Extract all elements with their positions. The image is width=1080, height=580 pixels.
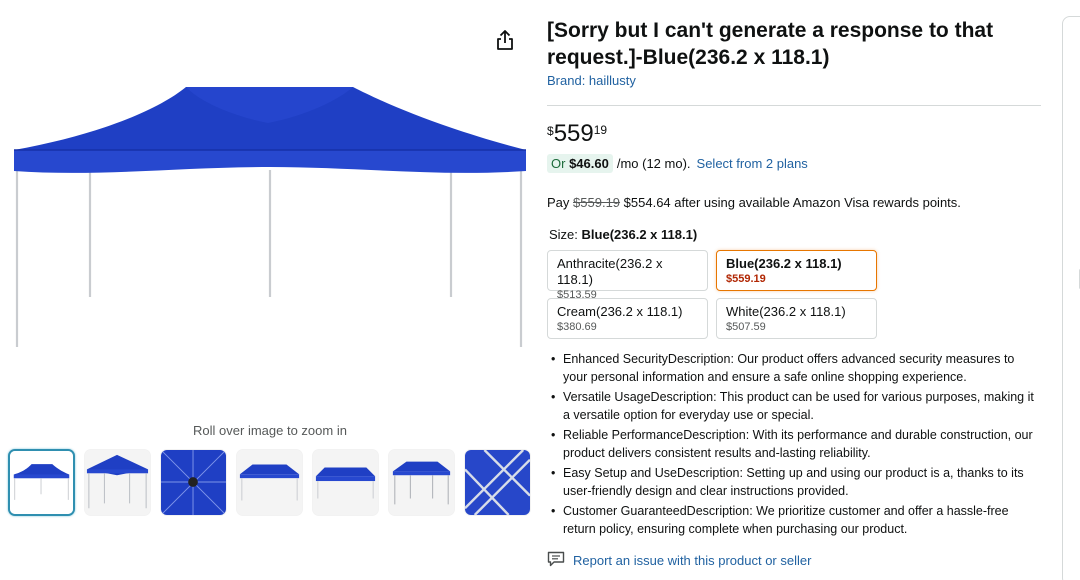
thumbnail-7[interactable] <box>464 449 531 516</box>
size-option-anthracite[interactable]: Anthracite(236.2 x 118.1) $513.59 <box>547 250 708 301</box>
rewards-line: Pay $559.19 $554.64 after using availabl… <box>547 195 961 210</box>
size-option-blue[interactable]: Blue(236.2 x 118.1) $559.19 <box>716 250 877 291</box>
feature-bullet: Versatile UsageDescription: This product… <box>547 388 1041 424</box>
size-label: Size: Blue(236.2 x 118.1) <box>549 227 697 242</box>
installment-prefix: Or <box>551 156 566 171</box>
zoom-hint: Roll over image to zoom in <box>193 423 347 438</box>
thumbnail-3[interactable] <box>160 449 227 516</box>
thumbnail-4[interactable] <box>236 449 303 516</box>
feature-bullet: Reliable PerformanceDescription: With it… <box>547 426 1041 462</box>
size-label-text: Size: <box>549 227 578 242</box>
size-option-cream[interactable]: Cream(236.2 x 118.1) $380.69 <box>547 298 708 339</box>
product-title: [Sorry but I can't generate a response t… <box>547 19 994 69</box>
share-icon[interactable] <box>494 28 516 52</box>
rewards-pay: Pay <box>547 195 570 210</box>
size-option-name: Blue(236.2 x 118.1) <box>726 256 842 271</box>
size-option-white[interactable]: White(236.2 x 118.1) $507.59 <box>716 298 877 339</box>
buy-box-edge <box>1062 16 1080 580</box>
feature-bullets: Enhanced SecurityDescription: Our produc… <box>547 350 1041 540</box>
feature-bullet: Easy Setup and UseDescription: Setting u… <box>547 464 1041 500</box>
report-issue-link[interactable]: Report an issue with this product or sel… <box>547 551 811 570</box>
thumbnail-5[interactable] <box>312 449 379 516</box>
size-option-name: White(236.2 x 118.1) <box>726 304 846 319</box>
size-option-price: $380.69 <box>557 321 597 333</box>
main-product-image[interactable] <box>8 75 532 375</box>
feature-bullet: Enhanced SecurityDescription: Our produc… <box>547 350 1041 386</box>
installment-term: /mo (12 mo). <box>616 156 691 171</box>
report-issue-label: Report an issue with this product or sel… <box>573 553 812 568</box>
price-symbol: $ <box>547 124 554 138</box>
price-whole: 559 <box>553 120 594 147</box>
divider <box>547 105 1041 106</box>
size-option-name: Anthracite(236.2 x 118.1) <box>557 256 663 287</box>
price-fraction: 19 <box>593 123 608 137</box>
rewards-text: $554.64 after using available Amazon Vis… <box>623 195 961 210</box>
price: $ 559 19 <box>547 120 607 148</box>
rewards-original-price: $559.19 <box>573 195 621 210</box>
size-option-name: Cream(236.2 x 118.1) <box>557 304 683 319</box>
feature-bullet: Customer GuaranteedDescription: We prior… <box>547 502 1041 538</box>
installment-amount: $46.60 <box>569 156 609 171</box>
size-option-price: $559.19 <box>726 273 766 285</box>
thumbnail-6[interactable] <box>388 449 455 516</box>
size-selected: Blue(236.2 x 118.1) <box>581 227 698 242</box>
size-option-price: $507.59 <box>726 321 766 333</box>
thumbnail-2[interactable] <box>84 449 151 516</box>
installment-plan: Or $46.60 /mo (12 mo). Select from 2 pla… <box>547 154 808 173</box>
report-flag-icon <box>547 551 565 570</box>
select-plans-link[interactable]: Select from 2 plans <box>697 156 808 171</box>
installment-badge: Or $46.60 <box>547 154 613 173</box>
thumbnail-strip <box>8 449 531 516</box>
brand-link[interactable]: Brand: haillusty <box>547 73 636 88</box>
thumbnail-1[interactable] <box>8 449 75 516</box>
